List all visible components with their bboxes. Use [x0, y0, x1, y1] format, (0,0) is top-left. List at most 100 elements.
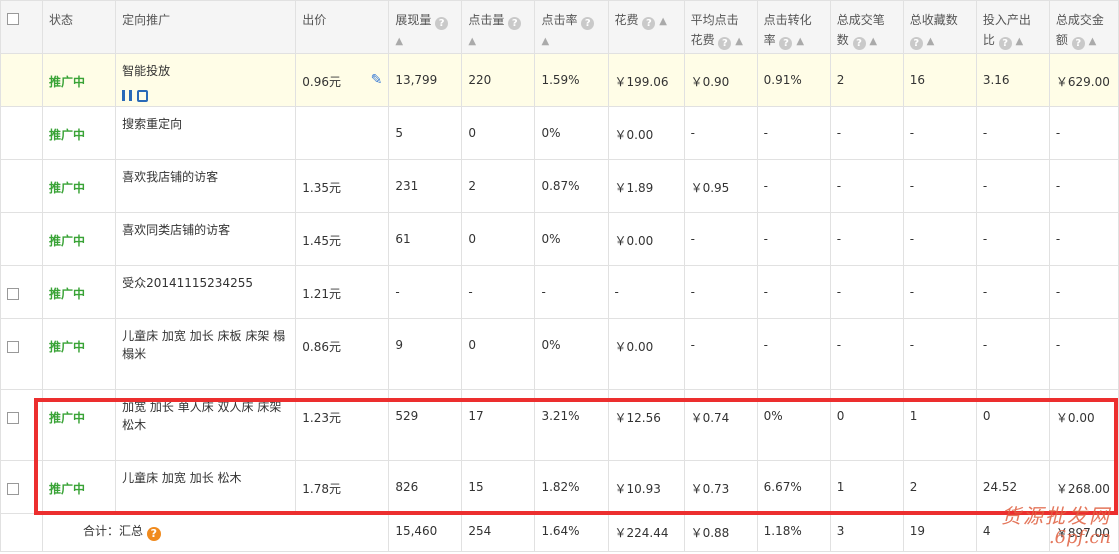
table-row[interactable]: 推广中 儿童床 加宽 加长 床板 床架 榻榻米 0.86元 9 0 0% ￥0.00 - - - -… [0, 318, 1119, 390]
total-imp-cell: 15,460 [388, 513, 463, 552]
col-avg-cpc[interactable]: 平均点击 花费 ? ▲ [683, 0, 758, 54]
table-row[interactable]: 推广中 喜欢同类店铺的访客 1.45元 61 0 0% ￥0.00 - - - - - - [0, 212, 1119, 266]
table-row[interactable]: 推广中 喜欢我店铺的访客 1.35元 231 2 0.87% ￥1.89 ￥0.95 - - - - - [0, 159, 1119, 213]
table-row[interactable]: 推广中 加宽 加长 单人床 双人床 床架 松木 1.23元 529 17 3.21% ￥12… [0, 389, 1119, 461]
total-ctr-cell: 1.64% [534, 513, 609, 552]
ctr-cell: 3.21% [534, 389, 609, 461]
edit-pencil-icon[interactable]: ✎ [371, 72, 383, 88]
ctr-value: 1.59% [541, 73, 580, 87]
cost-cell: ￥0.00 [607, 212, 685, 266]
sort-icon[interactable]: ▲ [395, 32, 403, 52]
fav-value: 16 [909, 73, 926, 87]
row-select-cell[interactable] [0, 460, 44, 514]
cost-cell: ￥0.00 [607, 318, 685, 390]
table-row[interactable]: 推广中 受众20141115234255 1.21元 - - - - - - - - - - [0, 265, 1119, 319]
clk-cell: 2 [461, 159, 536, 213]
help-icon[interactable]: ? [642, 17, 656, 30]
help-icon[interactable]: ? [718, 37, 732, 50]
row-select-cell[interactable] [0, 212, 44, 266]
fav-cell: 1 [902, 389, 977, 461]
bid-cell[interactable]: 1.23元 [295, 389, 390, 461]
sort-icon[interactable]: ▲ [1016, 32, 1024, 52]
targeting-table: 状态 定向推广 出价 展现量 ? ▲ 点击量 ? ▲ 点击率 ? ▲ 花费 ? ▲ 平… [0, 0, 1119, 552]
col-roi[interactable]: 投入产出比 ? ▲ [975, 0, 1050, 54]
total-ctr-value: 1.64% [541, 524, 580, 538]
total-help-icon[interactable]: ? [146, 527, 161, 541]
orders-value: - [836, 126, 842, 140]
status-badge: 推广中 [49, 411, 86, 425]
col-cvr[interactable]: 点击转化率 ? ▲ [756, 0, 831, 54]
col-ctr[interactable]: 点击率 ? ▲ [534, 0, 609, 54]
col-orders[interactable]: 总成交笔数 ? ▲ [829, 0, 904, 54]
sort-icon[interactable]: ▲ [796, 32, 804, 52]
row-select-cell[interactable] [0, 53, 44, 107]
col-clicks[interactable]: 点击量 ? ▲ [461, 0, 536, 54]
row-select-cell[interactable] [0, 159, 44, 213]
col-cost[interactable]: 花费 ? ▲ [607, 0, 685, 54]
bid-cell[interactable]: 0.86元 [295, 318, 390, 390]
mobile-icon[interactable] [137, 89, 149, 102]
fav-value: - [909, 179, 915, 193]
cpc-cell: - [683, 212, 758, 266]
row-checkbox[interactable] [7, 341, 19, 353]
row-select-cell[interactable] [0, 106, 44, 160]
sort-icon[interactable]: ▲ [1089, 32, 1097, 52]
ctr-cell: 1.82% [534, 460, 609, 514]
cpc-value: - [690, 338, 695, 352]
help-icon[interactable]: ? [508, 17, 522, 30]
sort-icon[interactable]: ▲ [541, 32, 549, 52]
total-orders-cell: 3 [829, 513, 904, 552]
sort-icon[interactable]: ▲ [927, 32, 935, 52]
col-impressions[interactable]: 展现量 ? ▲ [388, 0, 463, 54]
row-select-cell[interactable] [0, 265, 44, 319]
help-icon[interactable]: ? [998, 37, 1012, 50]
help-icon[interactable]: ? [852, 37, 866, 50]
target-name: 喜欢我店铺的访客 [122, 170, 219, 184]
roi-cell: - [975, 212, 1050, 266]
cvr-cell: 0.91% [756, 53, 831, 107]
cpc-cell: - [683, 318, 758, 390]
cost-cell: ￥12.56 [607, 389, 685, 461]
sort-icon[interactable]: ▲ [735, 32, 743, 52]
col-favorites[interactable]: 总收藏数? ▲ [902, 0, 977, 54]
row-select-cell[interactable] [0, 389, 44, 461]
help-icon[interactable]: ? [909, 37, 923, 50]
sort-icon[interactable]: ▲ [468, 32, 476, 52]
select-all-cell[interactable] [0, 0, 44, 54]
target-cell: 智能投放 [115, 53, 297, 107]
help-icon[interactable]: ? [779, 37, 793, 50]
fav-cell: 2 [902, 460, 977, 514]
roi-cell: - [975, 318, 1050, 390]
row-checkbox[interactable] [7, 412, 19, 424]
sort-icon[interactable]: ▲ [869, 32, 877, 52]
bid-value: 1.45元 [302, 234, 341, 248]
bid-cell[interactable]: 1.21元 [295, 265, 390, 319]
bid-cell[interactable]: 1.35元 [295, 159, 390, 213]
row-checkbox[interactable] [7, 483, 19, 495]
bid-value: 1.78元 [302, 482, 341, 496]
bid-cell[interactable]: 1.45元 [295, 212, 390, 266]
col-target: 定向推广 [115, 0, 297, 54]
col-gmv[interactable]: 总成交金额 ? ▲ [1048, 0, 1119, 54]
target-cell: 儿童床 加宽 加长 松木 [115, 460, 297, 514]
select-all-checkbox[interactable] [7, 13, 19, 25]
pause-icon[interactable] [122, 90, 133, 101]
table-row[interactable]: 推广中 儿童床 加宽 加长 松木 1.78元 826 15 1.82% ￥10.93 ￥0.7… [0, 460, 1119, 514]
row-select-cell[interactable] [0, 318, 44, 390]
help-icon[interactable]: ? [1071, 37, 1085, 50]
clk-value: 17 [468, 409, 484, 423]
help-icon[interactable]: ? [435, 17, 449, 30]
roi-value: 3.16 [982, 73, 1010, 87]
help-icon[interactable]: ? [581, 17, 595, 30]
bid-cell[interactable]: 1.78元 [295, 460, 390, 514]
sort-icon[interactable]: ▲ [659, 12, 667, 32]
cpc-cell: - [683, 265, 758, 319]
table-row[interactable]: 推广中 搜索重定向 5 0 0% ￥0.00 - - - - - - [0, 106, 1119, 160]
gmv-value: ￥268.00 [1055, 482, 1110, 496]
cpc-value: - [690, 285, 695, 299]
gmv-cell: - [1048, 265, 1119, 319]
table-row[interactable]: 推广中 智能投放 0.96元 ✎ 13,799 220 1.59% ￥199.06 ￥0.90 0… [0, 53, 1119, 107]
bid-cell[interactable]: 0.96元 ✎ [295, 53, 390, 107]
ctr-value: 0% [541, 232, 561, 246]
row-checkbox[interactable] [7, 288, 19, 300]
